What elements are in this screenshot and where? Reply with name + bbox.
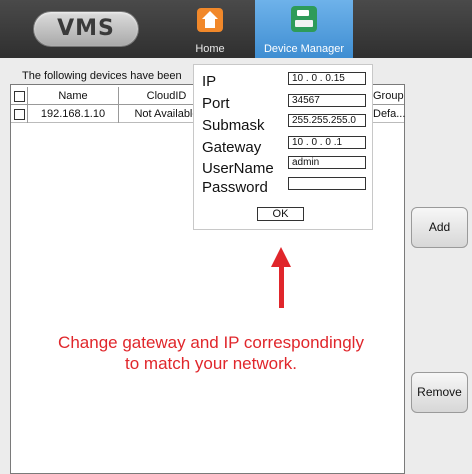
select-all-checkbox[interactable] — [14, 91, 25, 102]
ok-button[interactable]: OK — [257, 207, 304, 221]
nav-home-button[interactable]: Home — [180, 0, 240, 58]
nav-home-label: Home — [195, 43, 225, 55]
submask-label: Submask — [202, 117, 265, 134]
gateway-label: Gateway — [202, 139, 262, 156]
username-field[interactable]: admin — [288, 156, 366, 169]
column-header-group[interactable]: Group — [373, 88, 405, 104]
home-icon — [197, 8, 223, 32]
column-divider — [118, 87, 119, 123]
device-icon — [291, 6, 317, 32]
gateway-field[interactable]: 10 . 0 . 0 .1 — [288, 136, 366, 149]
arrow-shaft — [279, 264, 284, 308]
column-divider — [27, 87, 28, 123]
device-group-cell: Defa... — [373, 108, 405, 120]
nav-device-manager-label: Device Manager — [263, 43, 345, 55]
top-nav-bar: VMS Home Device Manager — [0, 0, 472, 58]
nav-device-manager-button[interactable]: Device Manager — [255, 0, 353, 58]
vms-window: VMS Home Device Manager The following de… — [0, 0, 472, 474]
device-name-cell: 192.168.1.10 — [40, 108, 106, 120]
password-field[interactable] — [288, 177, 366, 190]
column-header-name[interactable]: Name — [29, 88, 117, 104]
vms-logo: VMS — [34, 12, 138, 46]
password-label: Password — [202, 179, 268, 196]
port-label: Port — [202, 95, 230, 112]
port-field[interactable]: 34567 — [288, 94, 366, 107]
username-label: UserName — [202, 160, 274, 177]
add-button[interactable]: Add — [411, 207, 468, 248]
network-settings-dialog: IP 10 . 0 . 0.15 Port 34567 Submask 255.… — [193, 64, 373, 230]
submask-field[interactable]: 255.255.255.0 — [288, 114, 366, 127]
remove-button[interactable]: Remove — [411, 372, 468, 413]
ip-field[interactable]: 10 . 0 . 0.15 — [288, 72, 366, 85]
ip-label: IP — [202, 73, 217, 90]
instruction-annotation: Change gateway and IP correspondingly to… — [20, 332, 402, 374]
devices-caption: The following devices have been — [22, 70, 182, 82]
annotation-line-1: Change gateway and IP correspondingly — [58, 333, 364, 352]
annotation-line-2: to match your network. — [125, 354, 297, 373]
row-checkbox[interactable] — [14, 109, 25, 120]
